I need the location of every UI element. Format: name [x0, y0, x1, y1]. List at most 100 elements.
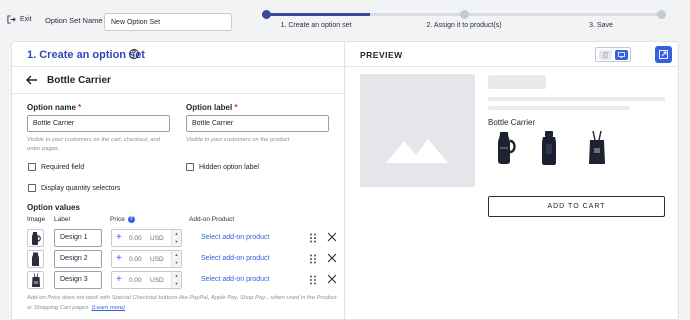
price-currency: USD	[150, 235, 164, 242]
value-row: Design 1 + 0.00 USD ▲ ▼ Select add-on pro…	[27, 229, 342, 247]
mobile-view-button[interactable]	[599, 50, 612, 60]
desktop-view-button[interactable]	[615, 50, 628, 60]
price-stepper[interactable]: ▲ ▼	[171, 230, 181, 246]
preview-swatch-design-1[interactable]	[493, 130, 517, 166]
preview-option-label: Bottle Carrier	[488, 118, 536, 127]
option-title: Bottle Carrier	[47, 75, 111, 86]
option-name-label: Option name *	[27, 103, 82, 112]
exit-button[interactable]: Exit	[7, 15, 32, 24]
drag-handle-icon[interactable]	[309, 233, 317, 243]
display-quantity-checkbox[interactable]: Display quantity selectors	[28, 184, 120, 192]
option-label-label: Option label *	[186, 103, 238, 112]
stepper-down-icon[interactable]: ▼	[172, 259, 181, 267]
info-icon[interactable]: ?	[127, 216, 135, 223]
value-image-thumb[interactable]	[27, 250, 44, 268]
image-placeholder-icon	[386, 139, 448, 163]
step-2-dot	[460, 10, 469, 19]
top-bar: Exit Option Set Name 1. Create an option…	[0, 0, 690, 40]
help-icon[interactable]: ?	[129, 49, 139, 59]
price-amount: 0.00	[129, 277, 142, 284]
add-to-cart-button[interactable]: ADD TO CART	[488, 196, 665, 217]
value-label-input[interactable]: Design 1	[54, 229, 102, 247]
expand-preview-button[interactable]	[655, 46, 672, 63]
skeleton-title	[488, 75, 546, 89]
value-image-thumb[interactable]	[27, 271, 44, 289]
value-row: Design 3 + 0.00 USD ▲ ▼ Select add-on pro…	[27, 271, 342, 289]
option-name-input[interactable]	[27, 115, 170, 132]
remove-value-icon[interactable]	[327, 274, 337, 284]
value-row: Design 2 + 0.00 USD ▲ ▼ Select add-on pro…	[27, 250, 342, 268]
hidden-label-label: Hidden option label	[199, 163, 259, 171]
step-2-label[interactable]: 2. Assign it to product(s)	[426, 22, 501, 29]
preview-swatch-design-3[interactable]	[585, 130, 609, 166]
step-3-label[interactable]: 3. Save	[589, 22, 613, 29]
option-label-input[interactable]	[186, 115, 329, 132]
checkbox-box[interactable]	[28, 184, 36, 192]
exit-icon	[7, 15, 16, 24]
drag-handle-icon[interactable]	[309, 275, 317, 285]
option-set-name-input[interactable]	[104, 13, 232, 31]
option-label-help: Visible to your customers on the product	[186, 137, 290, 143]
preview-panel: PREVIEW Bottle Carrier ADD TO CART	[345, 42, 678, 319]
price-stepper[interactable]: ▲ ▼	[171, 272, 181, 288]
progress-line-done	[262, 13, 370, 16]
remove-value-icon[interactable]	[327, 232, 337, 242]
value-price-input[interactable]: + 0.00 USD ▲ ▼	[111, 271, 182, 289]
value-price-input[interactable]: + 0.00 USD ▲ ▼	[111, 250, 182, 268]
col-image: Image	[27, 216, 46, 223]
addon-price-note-text: Add-on Price does not work with Special …	[27, 295, 337, 311]
step-1-dot	[262, 10, 271, 19]
price-amount: 0.00	[129, 256, 142, 263]
skeleton-line	[488, 97, 665, 101]
plus-icon: +	[116, 274, 122, 285]
exit-label: Exit	[20, 16, 32, 23]
device-toggle	[595, 47, 631, 62]
stepper-down-icon[interactable]: ▼	[172, 238, 181, 246]
remove-value-icon[interactable]	[327, 253, 337, 263]
col-label: Label	[54, 216, 70, 223]
stepper-up-icon[interactable]: ▲	[172, 272, 181, 280]
drag-handle-icon[interactable]	[309, 254, 317, 264]
price-currency: USD	[150, 277, 164, 284]
expand-icon	[659, 50, 668, 59]
progress-line-remaining	[370, 13, 666, 16]
required-field-checkbox[interactable]: Required field	[28, 163, 84, 171]
bottle-carrier-image-icon	[32, 273, 40, 287]
learn-more-link[interactable]: (Learn more)	[91, 305, 125, 311]
col-price: Price?	[110, 216, 135, 223]
price-amount: 0.00	[129, 235, 142, 242]
hidden-label-checkbox[interactable]: Hidden option label	[186, 163, 259, 171]
product-image-placeholder	[360, 74, 475, 187]
option-subheader: Bottle Carrier	[12, 67, 345, 94]
stepper-up-icon[interactable]: ▲	[172, 230, 181, 238]
panel-title: 1. Create an option set	[27, 49, 145, 61]
bottle-carrier-image-icon	[32, 232, 41, 245]
value-label-input[interactable]: Design 3	[54, 271, 102, 289]
desktop-icon	[618, 52, 625, 58]
value-price-input[interactable]: + 0.00 USD ▲ ▼	[111, 229, 182, 247]
preview-header: PREVIEW	[345, 42, 678, 67]
step-3-dot	[657, 10, 666, 19]
select-addon-link[interactable]: Select add-on product	[201, 276, 270, 283]
select-addon-link[interactable]: Select add-on product	[201, 255, 270, 262]
step-1-label[interactable]: 1. Create an option set	[281, 22, 352, 29]
col-addon: Add-on Product	[189, 216, 235, 223]
preview-swatch-design-2[interactable]	[537, 130, 561, 166]
checkbox-box[interactable]	[28, 163, 36, 171]
plus-icon: +	[116, 232, 122, 243]
stepper-up-icon[interactable]: ▲	[172, 251, 181, 259]
back-arrow-icon[interactable]	[26, 74, 38, 86]
stepper-down-icon[interactable]: ▼	[172, 280, 181, 288]
display-quantity-label: Display quantity selectors	[41, 184, 121, 192]
mobile-icon	[603, 52, 608, 58]
skeleton-line	[488, 106, 630, 110]
checkbox-box[interactable]	[186, 163, 194, 171]
value-image-thumb[interactable]	[27, 229, 44, 247]
price-currency: USD	[150, 256, 164, 263]
value-label-input[interactable]: Design 2	[54, 250, 102, 268]
bottle-carrier-image-icon	[32, 252, 39, 266]
panel-header: 1. Create an option set ?	[12, 42, 345, 67]
required-field-label: Required field	[41, 163, 85, 171]
price-stepper[interactable]: ▲ ▼	[171, 251, 181, 267]
select-addon-link[interactable]: Select add-on product	[201, 234, 270, 241]
